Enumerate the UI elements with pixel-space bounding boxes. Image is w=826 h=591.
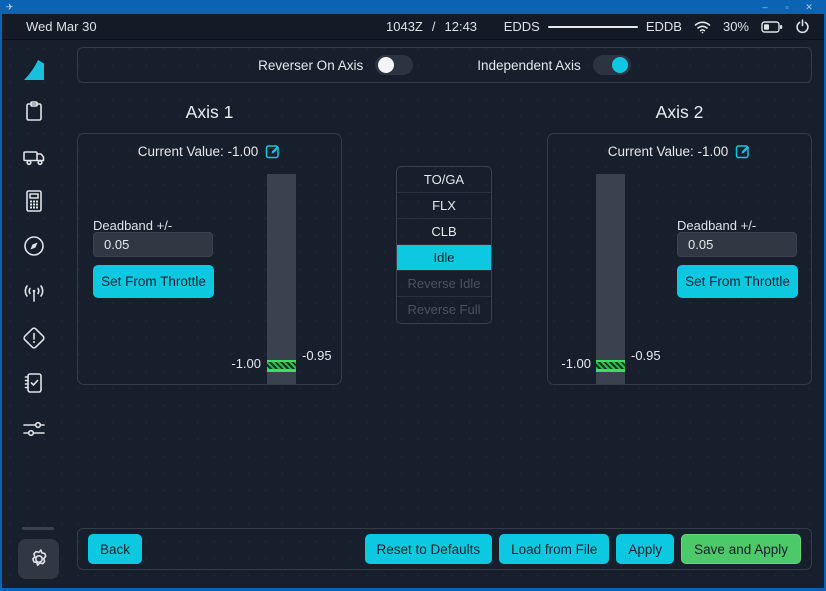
detent-idle[interactable]: Idle [397,245,491,271]
close-button[interactable]: ✕ [798,1,820,13]
reverser-on-axis-option: Reverser On Axis [258,55,413,75]
efb-statusbar: Wed Mar 30 1043Z / 12:43 EDDS EDDB 30% [2,14,824,40]
axis2-current-value: Current Value: -1.00 [608,144,729,159]
axis2-deadband-input[interactable] [677,232,797,257]
axis1-set-from-throttle-button[interactable]: Set From Throttle [93,265,214,298]
detent-flx[interactable]: FLX [397,193,491,219]
flight-progress-line [548,26,638,28]
origin-icao: EDDS [504,19,540,34]
detent-reverse-idle[interactable]: Reverse Idle [397,271,491,297]
destination-icao: EDDB [646,19,682,34]
sidebar-item-performance-calculator-icon[interactable] [20,187,48,215]
minimize-button[interactable]: – [754,1,776,13]
axis1-title: Axis 1 [77,102,342,123]
wifi-icon [694,20,711,34]
independent-axis-label: Independent Axis [477,58,581,73]
sidebar-item-settings[interactable] [18,539,59,579]
sidebar-nav [2,40,64,588]
axis2-marker-high-label: -0.95 [631,348,661,363]
load-from-file-button[interactable]: Load from File [499,534,609,564]
sidebar-item-presets-sliders-icon[interactable] [20,415,48,443]
settings-throttle-page: Reverser On Axis Independent Axis Axis 1… [2,40,824,588]
detent-clb[interactable]: CLB [397,219,491,245]
status-date: Wed Mar 30 [26,19,97,34]
sidebar-item-checklists-icon[interactable] [20,369,48,397]
axis1-detent-range-marker [267,360,296,372]
os-titlebar: ✈ – ▫ ✕ [0,0,826,14]
reverser-on-axis-label: Reverser On Axis [258,58,363,73]
reset-to-defaults-button[interactable]: Reset to Defaults [365,534,493,564]
sidebar-item-failures-warning-icon[interactable] [20,324,48,352]
flight-progress: EDDS EDDB [504,19,682,34]
independent-axis-option: Independent Axis [477,55,631,75]
efb-window: ✈ – ▫ ✕ Wed Mar 30 1043Z / 12:43 EDDS ED… [0,0,826,591]
sidebar-item-atc-antenna-icon[interactable] [20,278,48,306]
save-and-apply-button[interactable]: Save and Apply [681,534,801,564]
axis2-title: Axis 2 [547,102,812,123]
back-button[interactable]: Back [88,534,142,564]
axis2-position-bar [596,174,625,384]
axis2-card: Current Value: -1.00 -1.00 -0.95 Deadban… [547,133,812,385]
detent-list: TO/GA FLX CLB Idle Reverse Idle Reverse … [396,166,492,324]
axis2-deadband-label: Deadband +/- [677,218,756,233]
axis1-card: Current Value: -1.00 -1.00 -0.95 Deadban… [77,133,342,385]
detent-reverse-full[interactable]: Reverse Full [397,297,491,323]
axis1-edit-icon[interactable] [265,143,281,159]
footer-actions-bar: Back Reset to Defaults Load from File Ap… [77,528,812,570]
sidebar-item-navigation-compass-icon[interactable] [20,232,48,260]
sidebar-divider [22,527,54,530]
sidebar-item-dashboard[interactable] [20,97,48,125]
reverser-on-axis-toggle[interactable] [375,55,413,75]
axis1-marker-low-label: -1.00 [201,356,261,371]
app-icon: ✈ [6,3,14,12]
detent-toga[interactable]: TO/GA [397,167,491,193]
axis1-marker-high-label: -0.95 [302,348,332,363]
independent-axis-toggle[interactable] [593,55,631,75]
axis-options-bar: Reverser On Axis Independent Axis [77,47,812,83]
gear-icon [27,547,51,571]
axis1-current-value: Current Value: -1.00 [138,144,259,159]
fbw-logo-icon [20,56,48,84]
axis2-detent-range-marker [596,360,625,372]
axis2-marker-low-label: -1.00 [548,356,591,371]
maximize-button[interactable]: ▫ [776,1,798,13]
battery-icon [761,21,783,33]
battery-percentage: 30% [723,19,749,34]
power-icon[interactable] [795,19,810,34]
axis2-set-from-throttle-button[interactable]: Set From Throttle [677,265,798,298]
sidebar-item-ground-truck-icon[interactable] [20,142,48,170]
apply-button[interactable]: Apply [616,534,674,564]
axis1-deadband-input[interactable] [93,232,213,257]
axis2-edit-icon[interactable] [735,143,751,159]
time-separator: / [432,19,436,34]
axis1-position-bar [267,174,296,384]
utc-time: 1043Z [386,19,423,34]
axis1-deadband-label: Deadband +/- [93,218,172,233]
status-clock: 1043Z / 12:43 [386,19,477,34]
local-time: 12:43 [445,19,478,34]
